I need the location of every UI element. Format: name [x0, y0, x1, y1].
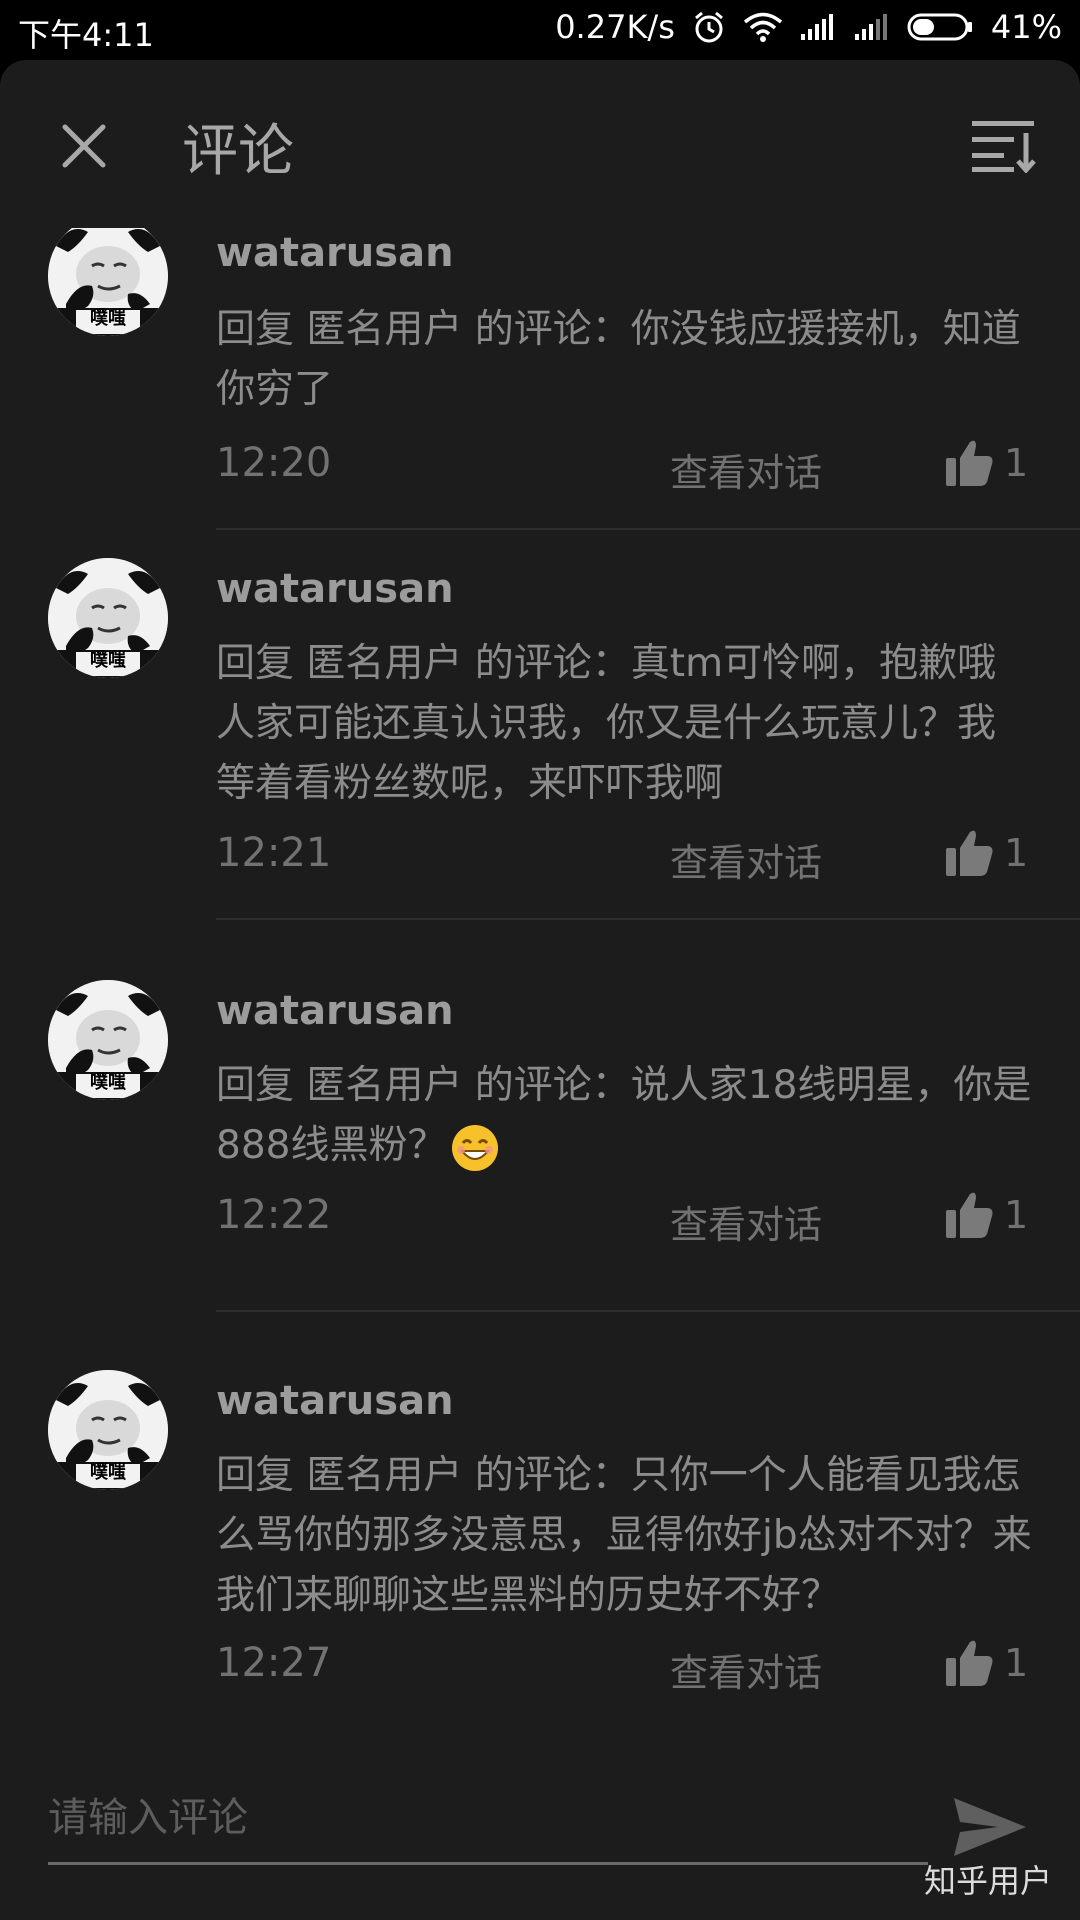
comment-time: 12:20 [216, 440, 332, 486]
close-icon [62, 124, 106, 168]
close-button[interactable] [52, 114, 116, 178]
battery-icon [907, 12, 975, 42]
signal-icon-2 [853, 12, 891, 42]
status-right: 0.27K/s 41% [555, 8, 1062, 46]
thumbs-up-icon [946, 440, 993, 486]
comment-time: 12:21 [216, 830, 332, 876]
username[interactable]: watarusan [216, 988, 454, 1034]
input-underline [48, 1862, 928, 1865]
like-count: 1 [1004, 831, 1029, 875]
smiling-face-emoji-icon [452, 1124, 499, 1171]
avatar-caption: 噗嗤 [90, 650, 126, 671]
avatar[interactable]: 噗嗤 [48, 228, 168, 336]
view-conversation-link[interactable]: 查看对话 [670, 832, 822, 887]
avatar[interactable]: 噗嗤 [48, 980, 168, 1100]
like-count: 1 [1004, 1193, 1029, 1237]
avatar[interactable]: 噗嗤 [48, 1370, 168, 1490]
header: 评论 [0, 60, 1080, 228]
view-conversation-link[interactable]: 查看对话 [670, 442, 822, 497]
username[interactable]: watarusan [216, 1378, 454, 1424]
page-title: 评论 [182, 119, 294, 184]
avatar-caption: 噗嗤 [90, 1072, 126, 1093]
sort-button[interactable] [968, 114, 1042, 178]
divider [216, 528, 1080, 530]
divider [216, 1310, 1080, 1312]
watermark: 知乎用户 [923, 1862, 1052, 1900]
wifi-icon [743, 11, 783, 43]
comment-text-body: 回复 匿名用户 的评论：说人家18线明星，你是888线黑粉？ [216, 1063, 1032, 1168]
divider [216, 918, 1080, 920]
comment-input-bar: 知乎用户 [0, 1752, 1080, 1920]
status-time: 下午4:11 [18, 16, 154, 54]
comment-time: 12:27 [216, 1640, 332, 1686]
battery-percent: 41% [990, 8, 1062, 46]
sort-icon [972, 121, 1036, 173]
comment-text: 回复 匿名用户 的评论：你没钱应援接机，知道你穷了 [216, 307, 1021, 412]
avatar[interactable]: 噗嗤 [48, 558, 168, 678]
like-count: 1 [1004, 1641, 1029, 1685]
alarm-icon [691, 9, 727, 45]
like-button[interactable]: 1 [946, 828, 1028, 878]
avatar-caption: 噗嗤 [90, 308, 126, 329]
comment-text: 回复 匿名用户 的评论：真tm可怜啊，抱歉哦人家可能还真认识我，你又是什么玩意儿… [216, 641, 997, 806]
send-icon [954, 1798, 1026, 1856]
comment-input[interactable] [48, 1788, 928, 1848]
comments-sheet: 评论 噗嗤 watarusan 回复 匿名用户 的评论：你没钱应援接机，知道你穷… [0, 60, 1080, 1920]
status-bar: 下午4:11 0.27K/s 41% [0, 0, 1080, 60]
username[interactable]: watarusan [216, 230, 454, 276]
network-speed: 0.27K/s [555, 8, 675, 46]
username[interactable]: watarusan [216, 566, 454, 612]
like-button[interactable]: 1 [946, 1190, 1028, 1240]
comment-text: 回复 匿名用户 的评论：只你一个人能看见我怎么骂你的那多没意思，显得你好jb怂对… [216, 1453, 1032, 1618]
like-button[interactable]: 1 [946, 438, 1028, 488]
screen: 下午4:11 0.27K/s 41% 评论 噗嗤 watarusan 回复 匿名… [0, 0, 1080, 1920]
signal-icon [799, 12, 837, 42]
like-button[interactable]: 1 [946, 1638, 1028, 1688]
comment-time: 12:22 [216, 1192, 332, 1238]
view-conversation-link[interactable]: 查看对话 [670, 1642, 822, 1697]
send-button[interactable] [950, 1794, 1030, 1860]
view-conversation-link[interactable]: 查看对话 [670, 1194, 822, 1249]
thumbs-up-icon [946, 1192, 993, 1238]
thumbs-up-icon [946, 1640, 993, 1686]
comment-list[interactable]: 噗嗤 watarusan 回复 匿名用户 的评论：你没钱应援接机，知道你穷了 1… [0, 228, 1080, 1812]
comment-text: 回复 匿名用户 的评论：说人家18线明星，你是888线黑粉？ [216, 1056, 1034, 1176]
thumbs-up-icon [946, 830, 993, 876]
like-count: 1 [1004, 441, 1029, 485]
avatar-caption: 噗嗤 [90, 1462, 126, 1483]
